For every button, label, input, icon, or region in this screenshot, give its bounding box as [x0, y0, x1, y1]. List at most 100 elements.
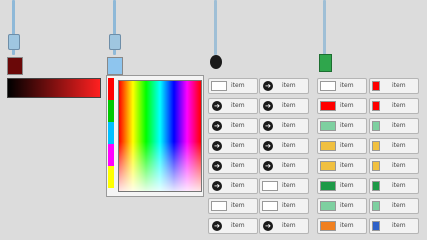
- column3-slider-track[interactable]: [214, 0, 217, 55]
- icon-list-item[interactable]: ➔ item: [208, 118, 258, 134]
- palette-item[interactable]: item: [369, 178, 419, 194]
- white-chip-icon: [211, 201, 227, 211]
- color-chip: [320, 161, 336, 171]
- palette-label: item: [340, 142, 354, 149]
- icon-list-column-left: item ➔ item ➔ item ➔ item ➔ item ➔ item item …: [208, 78, 258, 240]
- icon-list-item[interactable]: ➔ item: [208, 158, 258, 174]
- palette-item[interactable]: item: [369, 218, 419, 234]
- icon-list-item[interactable]: ➔ item: [208, 178, 258, 194]
- circle-arrow-icon: ➔: [263, 121, 273, 131]
- column4-slider-track[interactable]: [323, 0, 326, 55]
- circle-arrow-icon: ➔: [212, 141, 222, 151]
- palette-list-column-right: item item item item item item item item: [369, 78, 419, 240]
- icon-list-item[interactable]: ➔ item: [259, 98, 309, 114]
- circle-arrow-icon: ➔: [263, 81, 273, 91]
- palette-label: item: [392, 142, 406, 149]
- color-chip: [320, 121, 336, 131]
- icon-list-item[interactable]: ➔ item: [208, 98, 258, 114]
- circle-arrow-icon: ➔: [263, 141, 273, 151]
- circle-arrow-icon: ➔: [212, 181, 222, 191]
- hue-strip-cyan: [108, 122, 114, 144]
- icon-list-item[interactable]: ➔ item: [259, 78, 309, 94]
- palette-label: item: [392, 102, 406, 109]
- palette-label: item: [340, 102, 354, 109]
- palette-label: item: [340, 122, 354, 129]
- color-chip: [372, 121, 380, 131]
- color-chip: [320, 181, 336, 191]
- white-chip-icon: [211, 81, 227, 91]
- icon-list-label: item: [231, 182, 245, 189]
- palette-label: item: [392, 122, 406, 129]
- color-chip: [320, 141, 336, 151]
- palette-item[interactable]: item: [317, 178, 367, 194]
- hue-strip[interactable]: [108, 78, 116, 190]
- hue-strip-yellow: [108, 166, 114, 188]
- icon-list-label: item: [231, 142, 245, 149]
- icon-list-item[interactable]: ➔ item: [259, 218, 309, 234]
- icon-list-label: item: [282, 162, 296, 169]
- palette-label: item: [392, 182, 406, 189]
- icon-list-item[interactable]: item: [208, 198, 258, 214]
- palette-item[interactable]: item: [317, 198, 367, 214]
- palette-item[interactable]: item: [369, 98, 419, 114]
- icon-list-label: item: [282, 102, 296, 109]
- palette-label: item: [340, 82, 354, 89]
- palette-label: item: [392, 202, 406, 209]
- icon-list-label: item: [231, 122, 245, 129]
- palette-item[interactable]: item: [369, 198, 419, 214]
- color-chip: [372, 181, 380, 191]
- light-blue-swatch[interactable]: [107, 57, 123, 75]
- palette-item[interactable]: item: [317, 218, 367, 234]
- icon-list-label: item: [282, 202, 296, 209]
- icon-list-label: item: [231, 222, 245, 229]
- palette-item[interactable]: item: [317, 98, 367, 114]
- color-chip: [320, 221, 336, 231]
- icon-list-item[interactable]: item: [259, 178, 309, 194]
- palette-item[interactable]: item: [369, 118, 419, 134]
- palette-item[interactable]: item: [369, 78, 419, 94]
- icon-list-item[interactable]: ➔ item: [208, 218, 258, 234]
- column2-slider-thumb[interactable]: [109, 34, 121, 50]
- circle-arrow-icon: ➔: [212, 121, 222, 131]
- palette-label: item: [392, 162, 406, 169]
- icon-list-item[interactable]: ➔ item: [259, 138, 309, 154]
- color-chip: [372, 81, 380, 91]
- column4-green-swatch[interactable]: [319, 54, 332, 72]
- color-spectrum-square[interactable]: [118, 80, 202, 192]
- color-chip: [320, 101, 336, 111]
- hue-strip-red: [108, 78, 114, 100]
- color-chip: [372, 201, 380, 211]
- icon-list-label: item: [282, 82, 296, 89]
- column3-handle-icon[interactable]: [210, 55, 222, 69]
- icon-list-label: item: [282, 182, 296, 189]
- icon-list-item[interactable]: item: [208, 78, 258, 94]
- icon-list-item[interactable]: item: [259, 198, 309, 214]
- palette-label: item: [392, 222, 406, 229]
- palette-label: item: [340, 222, 354, 229]
- icon-list-item[interactable]: ➔ item: [208, 138, 258, 154]
- color-chip: [372, 141, 380, 151]
- icon-list-item[interactable]: ➔ item: [259, 118, 309, 134]
- icon-list-label: item: [282, 142, 296, 149]
- icon-list-label: item: [231, 102, 245, 109]
- circle-arrow-icon: ➔: [212, 101, 222, 111]
- dark-red-swatch[interactable]: [7, 57, 23, 75]
- palette-item[interactable]: item: [317, 78, 367, 94]
- icon-list-item[interactable]: ➔ item: [259, 158, 309, 174]
- palette-item[interactable]: item: [369, 158, 419, 174]
- palette-item[interactable]: item: [317, 138, 367, 154]
- palette-item[interactable]: item: [317, 118, 367, 134]
- black-to-red-gradient-bar[interactable]: [7, 78, 101, 98]
- color-chip: [372, 161, 380, 171]
- circle-arrow-icon: ➔: [263, 161, 273, 171]
- palette-item[interactable]: item: [369, 138, 419, 154]
- icon-list-label: item: [231, 162, 245, 169]
- circle-arrow-icon: ➔: [263, 101, 273, 111]
- circle-arrow-icon: ➔: [212, 221, 222, 231]
- icon-list-label: item: [231, 202, 245, 209]
- palette-label: item: [340, 162, 354, 169]
- palette-list-column-left: item item item item item item item item: [317, 78, 367, 240]
- column1-slider-thumb[interactable]: [8, 34, 20, 50]
- palette-item[interactable]: item: [317, 158, 367, 174]
- color-chip: [372, 221, 380, 231]
